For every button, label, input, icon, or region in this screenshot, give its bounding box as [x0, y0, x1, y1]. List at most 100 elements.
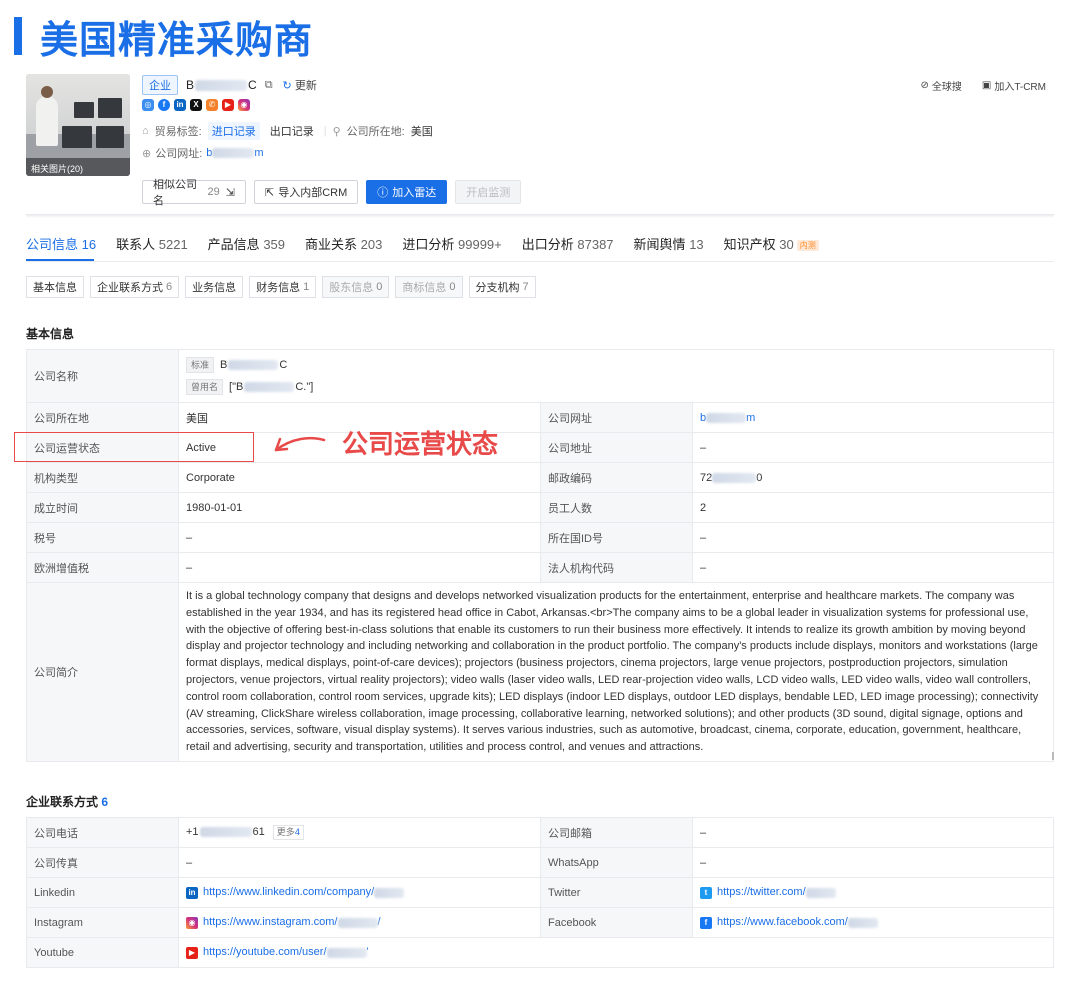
hero-title: 美国精准采购商 [40, 17, 314, 62]
employees-label: 员工人数 [540, 492, 693, 523]
tab-business-relations[interactable]: 商业关系 203 [305, 234, 382, 253]
company-name-label: 公司名称 [26, 349, 179, 403]
facebook-value[interactable]: f https://www.facebook.com/ [692, 907, 1054, 938]
location-label: 公司所在地 [26, 402, 179, 433]
table-row: 公司电话 +1 61 更多4 公司邮箱 – [26, 817, 1054, 848]
hero-heading: 美国精准采购商 [14, 12, 313, 62]
copy-icon[interactable]: ⧉ [265, 79, 273, 92]
instagram-label: Instagram [26, 907, 179, 938]
trade-tags-row: ⌂ 贸易标签: 进口记录 出口记录 | ⚲ 公司所在地: 美国 [142, 122, 433, 140]
youtube-value[interactable]: ▶ https://youtube.com/user/' [178, 937, 1054, 968]
linkedin-value[interactable]: in https://www.linkedin.com/company/ [178, 877, 541, 908]
standard-tag: 标准 [186, 357, 215, 373]
linkedin-icon[interactable]: in [174, 99, 186, 111]
sub-tabs: 基本信息 企业联系方式 6 业务信息 财务信息 1 股东信息 0 商标信息 0 分支机构… [26, 276, 536, 298]
youtube-icon: ▶ [186, 946, 198, 959]
fax-value: – [178, 847, 541, 878]
tab-products[interactable]: 产品信息 359 [208, 234, 285, 253]
company-photo[interactable]: 相关图片(20) [26, 74, 130, 176]
facebook-icon[interactable]: f [158, 99, 170, 111]
table-row: 公司名称 标准 B C 曾用名 ["B C."] [26, 349, 1054, 403]
website-link[interactable]: bm [206, 147, 263, 159]
tag-icon: ⌂ [142, 125, 149, 137]
founded-label: 成立时间 [26, 492, 179, 523]
beta-badge: 内测 [796, 240, 819, 252]
twitter-icon: t [700, 886, 712, 899]
export-icon: ⇲ [225, 186, 235, 199]
subtab-basic-info[interactable]: 基本信息 [26, 276, 84, 298]
twitter-value[interactable]: t https://twitter.com/ [692, 877, 1054, 908]
table-row: 公司简介 It is a global technology company t… [26, 582, 1054, 762]
main-tabs: 公司信息 16 联系人 5221 产品信息 359 商业关系 203 进口分析 … [26, 234, 819, 253]
trade-tags-label: 贸易标签: [154, 126, 202, 138]
contact-table: 公司电话 +1 61 更多4 公司邮箱 – 公司传真 – WhatsApp – Li… [26, 817, 1054, 968]
tab-import-analysis[interactable]: 进口分析 99999+ [402, 234, 501, 253]
tab-ip[interactable]: 知识产权 30 内测 [724, 234, 819, 253]
phone-icon[interactable]: ✆ [206, 99, 218, 111]
org-type-label: 机构类型 [26, 462, 179, 493]
intro-label: 公司简介 [26, 582, 179, 762]
employees-value: 2 [692, 492, 1054, 523]
legal-code-label: 法人机构代码 [540, 552, 693, 583]
annotation-arrow-icon [274, 436, 326, 452]
add-tcrm-button[interactable]: ▣ 加入T-CRM [982, 78, 1046, 93]
scrollbar[interactable] [1052, 752, 1054, 760]
instagram-icon[interactable]: ◉ [238, 99, 250, 111]
annotation-label: 公司运营状态 [342, 430, 499, 460]
tab-contacts[interactable]: 联系人 5221 [116, 234, 188, 253]
monitor-button[interactable]: 开启监测 [455, 180, 522, 204]
basic-info-table: 公司名称 标准 B C 曾用名 ["B C."] 公司所在地 美国 公司网址 bm 公司… [26, 349, 1054, 762]
tab-company-info[interactable]: 公司信息 16 [26, 234, 96, 253]
table-row: Instagram ◉ https://www.instagram.com// F… [26, 907, 1054, 938]
company-name-row: 企业 BC ⧉ ↻ 更新 [142, 75, 317, 95]
global-search-button[interactable]: ⊘ 全球搜 [920, 78, 961, 93]
update-button[interactable]: ↻ 更新 [283, 77, 317, 93]
photo-caption: 相关图片(20) [26, 158, 130, 176]
tab-news[interactable]: 新闻舆情 13 [634, 234, 704, 253]
tabs-divider [26, 261, 1054, 262]
used-name-tag: 曾用名 [186, 379, 224, 395]
crm-icon: ▣ [981, 80, 992, 91]
email-label: 公司邮箱 [540, 817, 693, 848]
import-record-tag[interactable]: 进口记录 [207, 122, 260, 140]
top-right-actions: ⊘ 全球搜 ▣ 加入T-CRM [920, 78, 1046, 93]
similar-companies-button[interactable]: 相似公司名 29 ⇲ [142, 179, 246, 207]
header-divider [26, 214, 1054, 218]
linkedin-label: Linkedin [26, 877, 179, 908]
postal-code-value: 72 0 [692, 462, 1054, 493]
youtube-label: Youtube [26, 937, 179, 968]
youtube-icon[interactable]: ▶ [222, 99, 234, 111]
table-row: 成立时间 1980-01-01 员工人数 2 [26, 492, 1054, 523]
export-record-tag[interactable]: 出口记录 [266, 122, 318, 140]
instagram-value[interactable]: ◉ https://www.instagram.com// [178, 907, 541, 938]
phone-label: 公司电话 [26, 817, 179, 848]
tax-id-value: – [178, 522, 541, 553]
add-radar-button[interactable]: ⓘ 加入雷达 [366, 180, 448, 204]
company-name-cell: 标准 B C 曾用名 ["B C."] [178, 349, 1054, 403]
org-type-value: Corporate [178, 462, 541, 493]
website-value[interactable]: bm [692, 402, 1054, 433]
action-bar: 相似公司名 29 ⇲ ⇱ 导入内部CRM ⓘ 加入雷达 开启监测 [142, 179, 522, 207]
table-row: 公司传真 – WhatsApp – [26, 847, 1054, 878]
founded-value: 1980-01-01 [178, 492, 541, 523]
intro-text: It is a global technology company that d… [178, 582, 1054, 762]
contact-title: 企业联系方式 6 [26, 795, 109, 809]
country-id-label: 所在国ID号 [540, 522, 693, 553]
email-value: – [692, 817, 1054, 848]
radar-icon: ⓘ [377, 187, 389, 199]
basic-info-title: 基本信息 [26, 327, 75, 341]
subtab-business[interactable]: 业务信息 [185, 276, 244, 298]
subtab-contact[interactable]: 企业联系方式 6 [90, 276, 180, 298]
subtab-branches[interactable]: 分支机构 7 [468, 276, 536, 298]
more-phones-button[interactable]: 更多4 [272, 825, 304, 840]
subtab-finance[interactable]: 财务信息 1 [249, 276, 317, 298]
subtab-trademarks[interactable]: 商标信息 0 [395, 276, 463, 298]
annotation-highlight-box [14, 432, 254, 462]
x-icon[interactable]: X [190, 99, 202, 111]
subtab-shareholders[interactable]: 股东信息 0 [322, 276, 390, 298]
import-crm-button[interactable]: ⇱ 导入内部CRM [254, 180, 359, 204]
social-icons: ◎ f in X ✆ ▶ ◉ [142, 99, 250, 111]
company-name: BC [186, 78, 257, 92]
tab-export-analysis[interactable]: 出口分析 87387 [522, 234, 614, 253]
globe-icon[interactable]: ◎ [142, 99, 154, 111]
